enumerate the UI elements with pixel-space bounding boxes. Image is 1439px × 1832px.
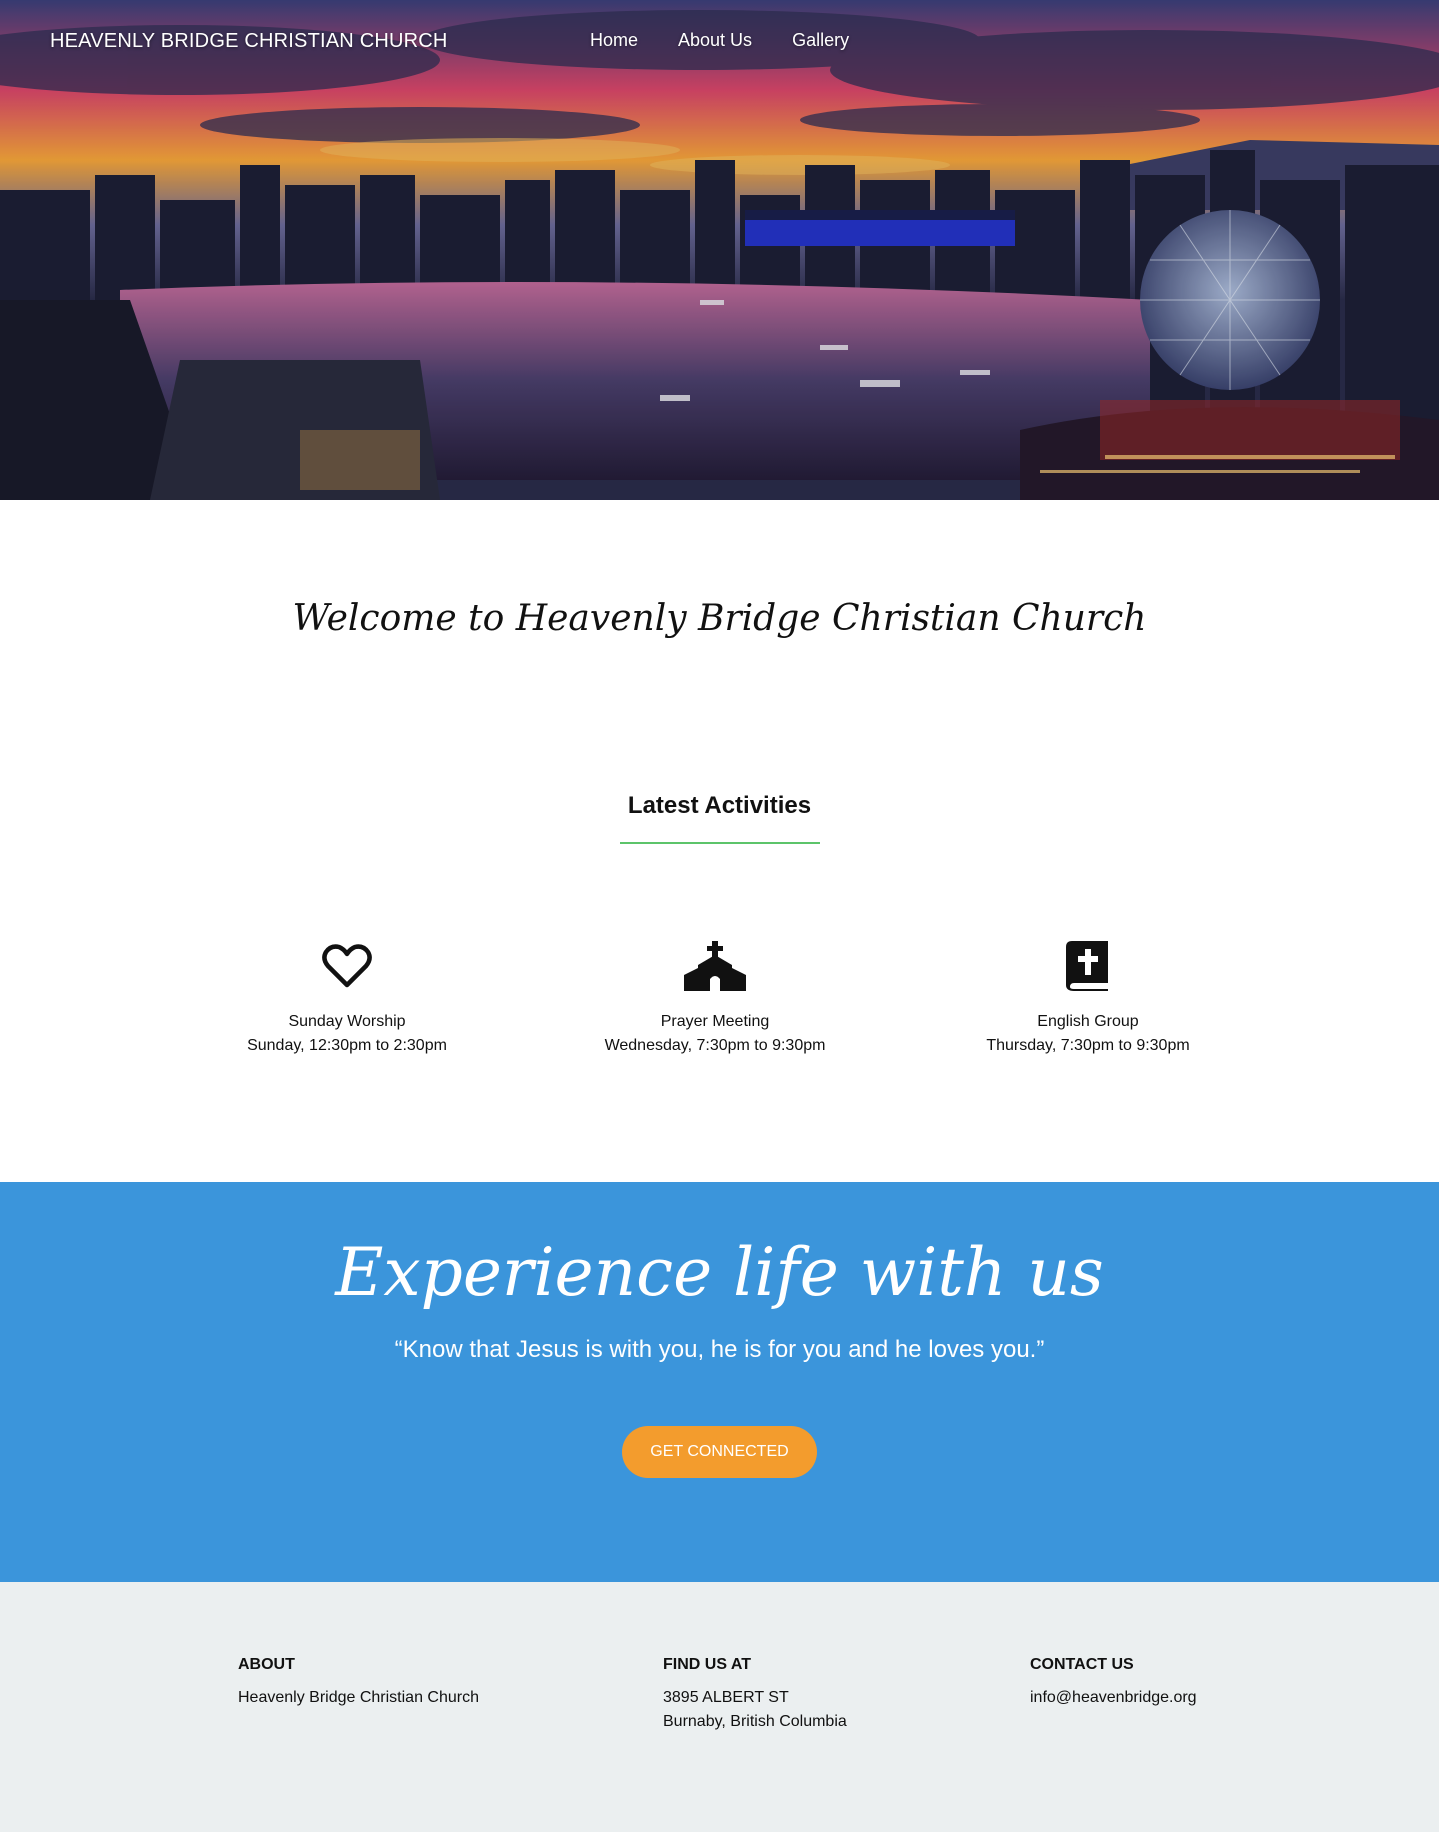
activity-time: Wednesday, 7:30pm to 9:30pm: [604, 1037, 826, 1054]
heart-icon: [197, 940, 497, 992]
activity-item: English Group Thursday, 7:30pm to 9:30pm: [938, 940, 1238, 1058]
activity-name: Sunday Worship: [288, 1013, 406, 1030]
footer-contact-heading: CONTACT US: [1030, 1656, 1134, 1673]
activity-time: Thursday, 7:30pm to 9:30pm: [986, 1037, 1190, 1054]
activity-time: Sunday, 12:30pm to 2:30pm: [247, 1037, 447, 1054]
site-brand[interactable]: HEAVENLY BRIDGE CHRISTIAN CHURCH: [50, 30, 448, 53]
top-navigation: HEAVENLY BRIDGE CHRISTIAN CHURCH Home Ab…: [0, 0, 1439, 84]
activities-heading: Latest Activities: [627, 792, 812, 819]
footer-address-street: 3895 ALBERT ST: [663, 1689, 789, 1706]
activities-divider: [620, 842, 820, 844]
footer-find-us: FIND US AT 3895 ALBERT ST Burnaby, Briti…: [663, 1656, 847, 1734]
nav-link-home[interactable]: Home: [590, 30, 638, 51]
footer-contact: CONTACT US info@heavenbridge.org: [1030, 1656, 1197, 1710]
activity-item: Prayer Meeting Wednesday, 7:30pm to 9:30…: [565, 940, 865, 1058]
site-footer: ABOUT Heavenly Bridge Christian Church F…: [0, 1582, 1439, 1832]
footer-contact-email[interactable]: info@heavenbridge.org: [1030, 1686, 1197, 1710]
church-icon: [565, 940, 865, 992]
nav-link-gallery[interactable]: Gallery: [792, 30, 849, 51]
get-connected-button[interactable]: GET CONNECTED: [622, 1426, 817, 1478]
footer-address-city: Burnaby, British Columbia: [663, 1713, 847, 1730]
footer-about: ABOUT Heavenly Bridge Christian Church: [238, 1656, 479, 1710]
nav-menu: Home About Us Gallery: [590, 30, 849, 51]
cta-title: Experience life with us: [335, 1234, 1104, 1311]
footer-find-heading: FIND US AT: [663, 1656, 751, 1673]
activity-name: Prayer Meeting: [660, 1013, 770, 1030]
footer-about-text: Heavenly Bridge Christian Church: [238, 1689, 479, 1706]
cta-quote: “Know that Jesus is with you, he is for …: [394, 1336, 1045, 1363]
footer-about-heading: ABOUT: [238, 1656, 295, 1673]
nav-link-about-us[interactable]: About Us: [678, 30, 752, 51]
activities-list: Sunday Worship Sunday, 12:30pm to 2:30pm…: [0, 940, 1439, 1060]
cta-section: Experience life with us “Know that Jesus…: [0, 1182, 1439, 1582]
activity-item: Sunday Worship Sunday, 12:30pm to 2:30pm: [197, 940, 497, 1058]
hero-banner: HEAVENLY BRIDGE CHRISTIAN CHURCH Home Ab…: [0, 0, 1439, 500]
welcome-heading: Welcome to Heavenly Bridge Christian Chu…: [292, 598, 1147, 639]
bible-icon: [938, 940, 1238, 992]
activity-name: English Group: [1037, 1013, 1139, 1030]
